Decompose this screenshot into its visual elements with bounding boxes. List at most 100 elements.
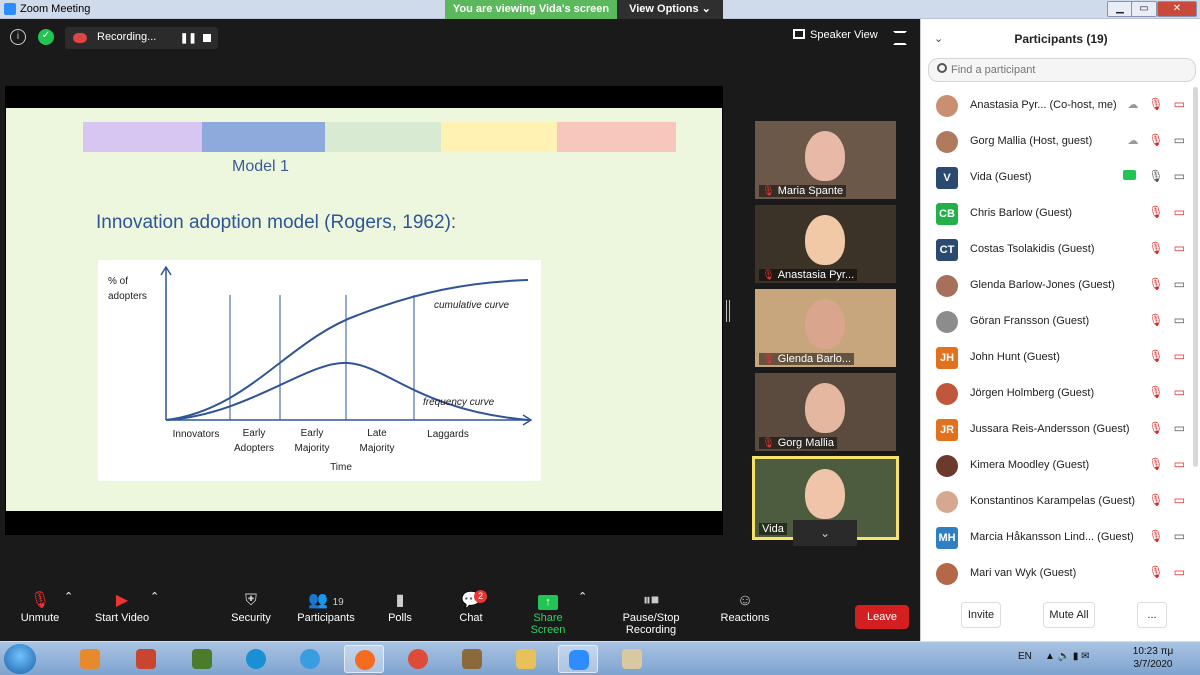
taskbar-ie[interactable] — [290, 645, 330, 673]
chevron-up-icon[interactable]: ⌃ — [150, 590, 159, 603]
invite-button[interactable]: Invite — [961, 602, 1001, 628]
mic-muted-icon[interactable]: 🎙 — [1148, 313, 1163, 327]
shield-icon: ⛨ — [244, 592, 257, 609]
mic-muted-icon[interactable]: 🎙 — [1148, 457, 1163, 471]
slide-model-title: Model 1 — [232, 158, 289, 175]
system-tray-icons[interactable]: ▲ 🔊 ▮ ✉ — [1045, 651, 1090, 662]
close-button[interactable]: ✕ — [1157, 1, 1197, 17]
taskbar-library[interactable] — [182, 645, 222, 673]
video-off-icon: ▶ — [115, 592, 129, 609]
mic-muted-icon[interactable]: 🎙 — [1148, 421, 1163, 435]
avatar — [936, 491, 958, 513]
mic-icon[interactable]: 🎙 — [1148, 169, 1163, 183]
start-video-button[interactable]: ▶ Start Video — [92, 590, 152, 624]
participant-row[interactable]: Kimera Moodley (Guest) 🎙 ▭ — [921, 448, 1191, 484]
taskbar-app-8[interactable] — [452, 645, 492, 673]
mic-muted-icon[interactable]: 🎙 — [1148, 133, 1163, 147]
video-thumbnail[interactable]: 🎙 Glenda Barlo... — [755, 289, 896, 367]
splitter-handle[interactable] — [726, 300, 730, 322]
mic-muted-icon[interactable]: 🎙 — [1148, 277, 1163, 291]
participant-search-input[interactable] — [951, 62, 1181, 78]
taskbar-chrome[interactable] — [398, 645, 438, 673]
participant-row[interactable]: V Vida (Guest) 🎙 ▭ — [921, 160, 1191, 196]
avatar — [936, 455, 958, 477]
frequency-curve-label: frequency curve — [423, 397, 495, 408]
minimize-button[interactable]: ▁ — [1107, 1, 1133, 17]
start-button[interactable] — [4, 644, 36, 674]
more-options-button[interactable]: ... — [1137, 602, 1167, 628]
unmute-button[interactable]: 🎙 Unmute — [16, 590, 64, 624]
category-late-majority: Late Majority — [351, 426, 403, 456]
clock-time: 10:23 πμ — [1132, 646, 1174, 657]
cloud-recording-icon: ☁ — [1127, 135, 1139, 147]
participant-search[interactable] — [928, 58, 1196, 82]
taskbar-media-player[interactable] — [70, 645, 110, 673]
participant-row[interactable]: Mari van Wyk (Guest) 🎙 ▭ — [921, 556, 1191, 592]
mic-muted-icon[interactable]: 🎙 — [1148, 205, 1163, 219]
taskbar-firefox[interactable] — [344, 645, 384, 673]
video-thumbnail[interactable]: 🎙 Gorg Mallia — [755, 373, 896, 451]
thumbnail-name: 🎙 Glenda Barlo... — [759, 353, 855, 365]
emoji-add-icon: ☺ — [736, 592, 754, 609]
pause-recording-icon[interactable]: ❚❚ — [180, 33, 197, 44]
x-axis-label: Time — [330, 462, 352, 473]
video-icon: ▭ — [1173, 277, 1185, 291]
participant-row[interactable]: Göran Fransson (Guest) 🎙 ▭ — [921, 304, 1191, 340]
share-screen-button[interactable]: ↑ Share Screen — [516, 590, 580, 636]
avatar: CB — [936, 203, 958, 225]
mic-muted-icon[interactable]: 🎙 — [1148, 241, 1163, 255]
participants-button[interactable]: 👥 19 Participants — [296, 590, 356, 624]
speaker-view-button[interactable]: Speaker View — [793, 29, 878, 41]
thumbnail-name-text: Maria Spante — [777, 185, 844, 197]
chat-button[interactable]: 💬 2 Chat — [454, 590, 488, 624]
taskbar-edge[interactable] — [236, 645, 276, 673]
clock[interactable]: 10:23 πμ 3/7/2020 — [1128, 645, 1178, 671]
info-icon[interactable]: i — [10, 29, 26, 45]
chevron-up-icon[interactable]: ⌃ — [64, 590, 73, 603]
participant-row[interactable]: JH John Hunt (Guest) 🎙 ▭ — [921, 340, 1191, 376]
video-thumbnail[interactable]: 🎙 Anastasia Pyr... — [755, 205, 896, 283]
video-thumbnail[interactable]: 🎙 Maria Spante — [755, 121, 896, 199]
participant-status-icons: 🎙 ▭ — [1148, 313, 1185, 327]
encryption-shield-icon[interactable]: ✓ — [38, 29, 54, 45]
mic-muted-icon[interactable]: 🎙 — [1148, 97, 1163, 111]
panel-scrollbar[interactable] — [1193, 87, 1198, 467]
taskbar-app-2[interactable] — [126, 645, 166, 673]
participant-row[interactable]: Anastasia Pyr... (Co-host, me) ☁ 🎙 ▭ — [921, 88, 1191, 124]
view-options-button[interactable]: View Options ⌄ — [617, 0, 723, 19]
polls-button[interactable]: ▮ Polls — [384, 590, 416, 624]
chevron-down-icon[interactable]: ⌄ — [793, 520, 857, 546]
mute-all-button[interactable]: Mute All — [1043, 602, 1095, 628]
mic-muted-icon[interactable]: 🎙 — [1148, 565, 1163, 579]
mic-muted-icon[interactable]: 🎙 — [1148, 385, 1163, 399]
participant-row[interactable]: CT Costas Tsolakidis (Guest) 🎙 ▭ — [921, 232, 1191, 268]
y-axis-label-line2: adopters — [108, 291, 147, 302]
participant-row[interactable]: MH Marcia Håkansson Lind... (Guest) 🎙 ▭ — [921, 520, 1191, 556]
pause-stop-recording-button[interactable]: ⏸⏹ Pause/Stop Recording — [598, 590, 704, 636]
taskbar-zoom[interactable] — [558, 645, 598, 673]
stop-recording-icon[interactable] — [203, 34, 211, 42]
participant-row[interactable]: CB Chris Barlow (Guest) 🎙 ▭ — [921, 196, 1191, 232]
taskbar-explorer[interactable] — [506, 645, 546, 673]
category-label: Laggards — [427, 429, 469, 440]
mic-muted-icon[interactable]: 🎙 — [1148, 349, 1163, 363]
security-button[interactable]: ⛨ Security — [228, 590, 274, 624]
participant-status-icons: 🎙 ▭ — [1148, 241, 1185, 255]
language-indicator[interactable]: EN — [1018, 651, 1032, 662]
mic-muted-icon[interactable]: 🎙 — [1148, 529, 1163, 543]
taskbar-paint[interactable] — [612, 645, 652, 673]
participant-row[interactable]: Jörgen Holmberg (Guest) 🎙 ▭ — [921, 376, 1191, 412]
reactions-button[interactable]: ☺ Reactions — [720, 590, 770, 624]
avatar: CT — [936, 239, 958, 261]
participant-row[interactable]: JR Jussara Reis-Andersson (Guest) 🎙 ▭ — [921, 412, 1191, 448]
participant-row[interactable]: Glenda Barlow-Jones (Guest) 🎙 ▭ — [921, 268, 1191, 304]
participant-name: Gorg Mallia (Host, guest) — [970, 135, 1093, 147]
mic-muted-icon[interactable]: 🎙 — [1148, 493, 1163, 507]
maximize-button[interactable]: ▭ — [1131, 1, 1157, 17]
fullscreen-icon[interactable] — [893, 31, 907, 45]
leave-button[interactable]: Leave — [855, 605, 909, 629]
participant-row[interactable]: Gorg Mallia (Host, guest) ☁ 🎙 ▭ — [921, 124, 1191, 160]
participant-row[interactable]: Konstantinos Karampelas (Guest) 🎙 ▭ — [921, 484, 1191, 520]
thumbnail-name-text: Glenda Barlo... — [777, 353, 852, 365]
chevron-up-icon[interactable]: ⌃ — [578, 590, 587, 603]
